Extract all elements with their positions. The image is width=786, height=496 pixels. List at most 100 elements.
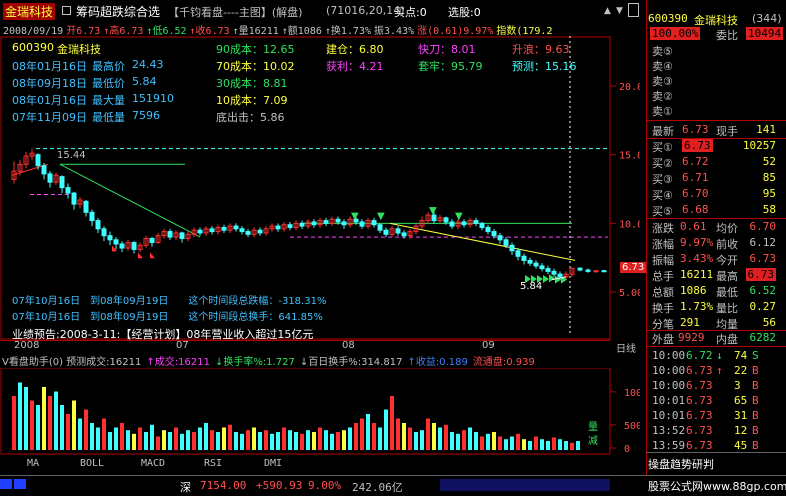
quote-label: 换手 <box>652 302 674 315</box>
volume-bar <box>228 424 232 450</box>
build-position: 建仓：6.80 <box>326 43 384 56</box>
volume-bar <box>246 430 250 450</box>
tick-volume: 3 <box>734 379 741 392</box>
sell-signal-icon <box>138 252 143 259</box>
inner-volume: 6282 <box>749 331 777 344</box>
volume-label-amount: 量 <box>588 422 598 433</box>
candle-body <box>461 221 467 226</box>
volume-bar <box>516 433 520 450</box>
price-axis-label: 10.00 <box>619 219 640 230</box>
trend-green-line <box>59 163 201 238</box>
candle-body <box>35 154 41 167</box>
volume-label-decrease: 减 <box>588 436 598 447</box>
stat-value-1: 24.43 <box>132 58 164 71</box>
quote-panel: 600390 金瑞科技 (344) 100.00% 委比 10494 卖⑤ 卖④… <box>646 0 786 475</box>
volume-bar <box>90 423 94 450</box>
stat-value-3: 151910 <box>132 92 174 105</box>
bottom-strike: 底出击：5.86 <box>216 111 285 124</box>
stat-date-3: 08年01月16日 <box>12 94 87 107</box>
volume-svg[interactable]: 100000 50000 0 <box>0 368 640 455</box>
panel-footer[interactable]: 操盘趋势研判 <box>648 456 714 472</box>
quote-value: 0.61 <box>680 220 707 233</box>
date-label-2008: 2008 <box>14 340 40 351</box>
checkbox-icon[interactable] <box>62 6 71 15</box>
volume-bar <box>48 396 52 450</box>
quote-label: 最低 <box>716 286 738 299</box>
arrow-up-icon: ▼ <box>429 206 437 217</box>
tick-time: 10:01 <box>652 394 686 407</box>
volume-bar <box>114 427 118 450</box>
volume-bar <box>156 436 160 450</box>
volume-header-segment: ↑成交:16211 <box>146 357 210 368</box>
tick-time: 10:00 <box>652 364 686 377</box>
tick-flag: B <box>752 379 759 392</box>
kline-chart[interactable]: 20.00 15.00 10.00 5.00 ▼ ▼ ▼ ▼ 600390 金瑞科技 08年… <box>0 36 647 341</box>
volume-bar <box>144 432 148 450</box>
window-button[interactable] <box>628 3 639 17</box>
volume-bar <box>120 423 124 450</box>
tick-volume: 31 <box>734 409 748 422</box>
candle-body <box>521 255 527 261</box>
market-indicator-icon-2[interactable] <box>14 479 26 489</box>
candle-body <box>497 235 503 241</box>
buy-5-price: 6.68 <box>682 203 709 216</box>
tab-rsi[interactable]: RSI <box>204 458 222 473</box>
sell-1-label: 卖① <box>652 105 673 118</box>
volume-bar <box>30 400 34 450</box>
candle-body <box>113 239 119 245</box>
buy-2-price: 6.72 <box>682 155 709 168</box>
volume-bar <box>336 432 340 450</box>
stock-name[interactable]: 金瑞科技 <box>3 3 56 20</box>
panel-name: 金瑞科技 <box>694 14 738 27</box>
tick-row: 13:52 6.73 12 B <box>646 424 786 439</box>
volume-bar <box>528 441 532 450</box>
cost-90: 90成本：12.65 <box>216 43 295 56</box>
buy-4-price: 6.70 <box>682 187 709 200</box>
index-change: +590.93 <box>256 479 303 492</box>
volume-bar <box>396 418 400 450</box>
down-arrow-icon[interactable]: ▼ <box>616 6 623 16</box>
volume-bar <box>414 432 418 450</box>
quote-label: 前收 <box>716 238 738 251</box>
quote-value: 6.12 <box>749 236 777 249</box>
buy-3-qty: 85 <box>762 171 776 184</box>
quote-value: 6.73 <box>745 268 776 281</box>
tab-ma[interactable]: MA <box>27 458 39 473</box>
candle-body <box>257 229 263 234</box>
market-indicator-icon[interactable] <box>0 479 12 489</box>
quote-row: 总额 1086 最低 6.52 <box>646 284 786 299</box>
candle-body <box>585 269 591 272</box>
volume-bar <box>12 396 16 450</box>
volume-bar <box>24 387 28 450</box>
tick-direction: ↓ <box>716 349 723 362</box>
tab-dmi[interactable]: DMI <box>264 458 282 473</box>
volume-bar <box>300 433 304 450</box>
tick-row: 10:01 6.73 31 B <box>646 409 786 424</box>
arrow-up-icon: ▼ <box>351 211 359 222</box>
up-arrow-icon[interactable]: ▲ <box>604 6 611 16</box>
price-axis-label: 5.00 <box>619 288 640 299</box>
volume-bar <box>504 439 508 450</box>
volume-bar <box>264 430 268 450</box>
tick-volume: 74 <box>734 349 748 362</box>
candle-body <box>545 268 551 272</box>
volume-chart[interactable]: 100000 50000 0 量 减 <box>0 368 640 455</box>
tick-time: 10:00 <box>652 349 686 362</box>
candle-body <box>377 224 383 231</box>
tab-macd[interactable]: MACD <box>141 458 165 473</box>
quote-label: 最高 <box>716 270 738 283</box>
tick-time: 10:00 <box>652 379 686 392</box>
candle-body <box>101 228 107 237</box>
volume-bar <box>546 441 550 450</box>
commit-ratio-label: 委比 <box>716 29 738 42</box>
candle-body <box>335 218 341 223</box>
volume-bar <box>168 432 172 450</box>
volume-bar <box>438 427 442 450</box>
formula-title[interactable]: 筹码超跌综合选 <box>76 3 160 20</box>
candle-body <box>119 243 125 249</box>
candle-body <box>221 226 227 231</box>
volume-bar <box>360 418 364 450</box>
period-drop: 07年10月16日 到08年09月19日 这个时间段总跌幅：-318.31% <box>12 296 327 307</box>
volume-bar <box>36 405 40 450</box>
tab-boll[interactable]: BOLL <box>80 458 104 473</box>
